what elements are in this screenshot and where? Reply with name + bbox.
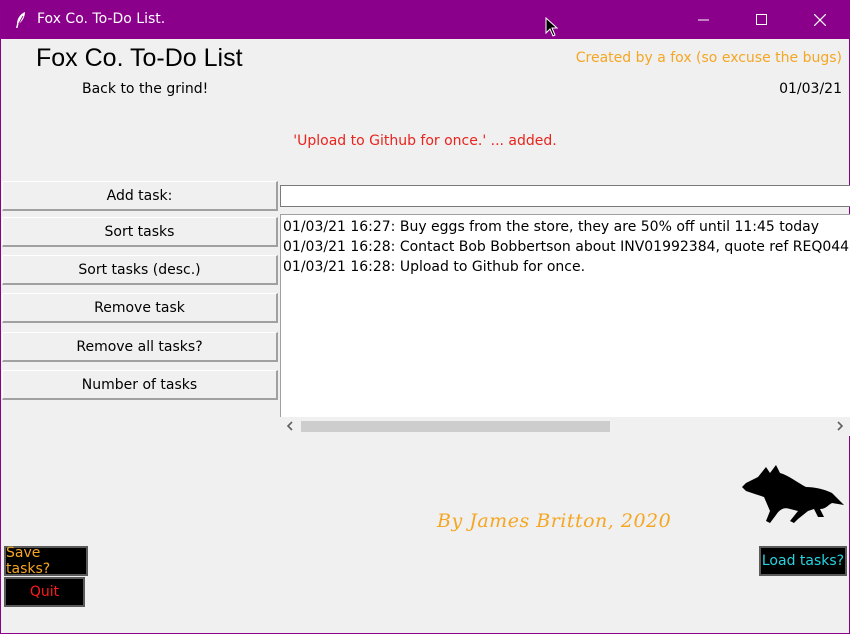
task-input[interactable] bbox=[280, 185, 850, 207]
scrollbar-thumb[interactable] bbox=[301, 421, 610, 432]
quit-button[interactable]: Quit bbox=[4, 577, 85, 607]
chevron-right-icon[interactable] bbox=[835, 421, 845, 431]
app-title: Fox Co. To-Do List bbox=[36, 44, 243, 72]
close-icon bbox=[814, 14, 826, 26]
sort-tasks-desc-button[interactable]: Sort tasks (desc.) bbox=[2, 255, 278, 285]
feather-icon bbox=[16, 12, 25, 28]
signature-text: By James Britton, 2020 bbox=[437, 510, 672, 532]
number-of-tasks-button[interactable]: Number of tasks bbox=[2, 370, 278, 400]
chevron-left-icon[interactable] bbox=[285, 421, 295, 431]
horizontal-scrollbar[interactable] bbox=[280, 417, 850, 436]
task-list[interactable]: 01/03/21 16:27: Buy eggs from the store,… bbox=[280, 214, 850, 417]
add-task-button[interactable]: Add task: bbox=[2, 181, 278, 211]
status-message: 'Upload to Github for once.' ... added. bbox=[293, 133, 557, 149]
remove-all-tasks-button[interactable]: Remove all tasks? bbox=[2, 332, 278, 362]
minimize-button[interactable] bbox=[675, 1, 733, 39]
app-window: Fox Co. To-Do List. Fox Co. To-Do List B… bbox=[0, 0, 850, 634]
minimize-icon bbox=[698, 19, 709, 21]
remove-task-button[interactable]: Remove task bbox=[2, 293, 278, 323]
list-item[interactable]: 01/03/21 16:28: Contact Bob Bobbertson a… bbox=[283, 237, 850, 257]
load-tasks-button[interactable]: Load tasks? bbox=[759, 546, 847, 576]
date-label: 01/03/21 bbox=[779, 81, 842, 97]
maximize-button[interactable] bbox=[733, 1, 791, 39]
list-item[interactable]: 01/03/21 16:28: Upload to Github for onc… bbox=[283, 257, 585, 277]
credit-text: Created by a fox (so excuse the bugs) bbox=[575, 50, 842, 66]
save-tasks-button[interactable]: Save tasks? bbox=[4, 545, 88, 577]
maximize-icon bbox=[756, 14, 767, 25]
window-title: Fox Co. To-Do List. bbox=[37, 11, 166, 27]
subtitle: Back to the grind! bbox=[82, 81, 209, 97]
fox-silhouette-icon bbox=[742, 465, 844, 523]
mouse-pointer-icon bbox=[545, 17, 559, 37]
titlebar[interactable]: Fox Co. To-Do List. bbox=[1, 1, 849, 39]
sort-tasks-button[interactable]: Sort tasks bbox=[2, 217, 278, 247]
list-item[interactable]: 01/03/21 16:27: Buy eggs from the store,… bbox=[283, 217, 819, 237]
close-button[interactable] bbox=[791, 1, 849, 39]
